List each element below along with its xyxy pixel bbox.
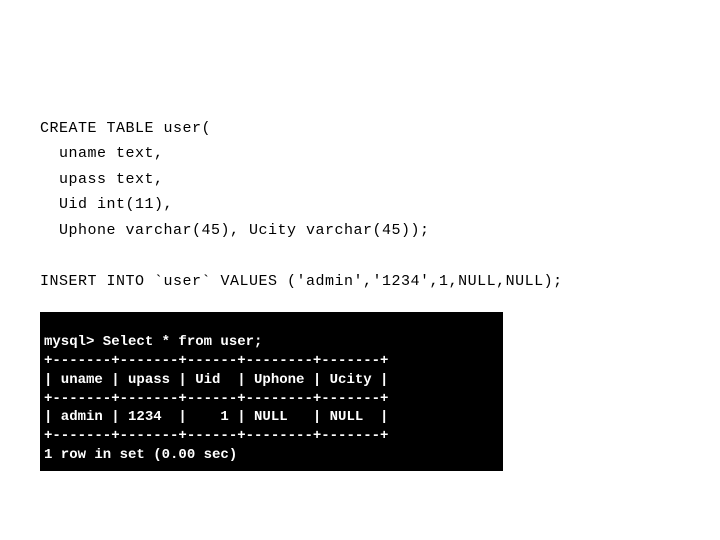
sql-line: Uid int(11), [40, 196, 173, 213]
mysql-terminal-output: mysql> Select * from user; +-------+----… [40, 312, 503, 471]
sql-code-block: CREATE TABLE user( uname text, upass tex… [40, 90, 680, 294]
terminal-border: +-------+-------+------+--------+-------… [44, 428, 388, 444]
terminal-border: +-------+-------+------+--------+-------… [44, 353, 388, 369]
sql-line: Uphone varchar(45), Ucity varchar(45)); [40, 222, 430, 239]
sql-line: uname text, [40, 145, 164, 162]
document-page: CREATE TABLE user( uname text, upass tex… [0, 0, 720, 471]
terminal-border: +-------+-------+------+--------+-------… [44, 391, 388, 407]
terminal-header-row: | uname | upass | Uid | Uphone | Ucity | [44, 372, 388, 388]
terminal-footer: 1 row in set (0.00 sec) [44, 447, 237, 463]
terminal-data-row: | admin | 1234 | 1 | NULL | NULL | [44, 409, 388, 425]
sql-line: upass text, [40, 171, 164, 188]
sql-line: INSERT INTO `user` VALUES ('admin','1234… [40, 273, 563, 290]
terminal-prompt-line: mysql> Select * from user; [44, 334, 262, 350]
sql-line: CREATE TABLE user( [40, 120, 211, 137]
